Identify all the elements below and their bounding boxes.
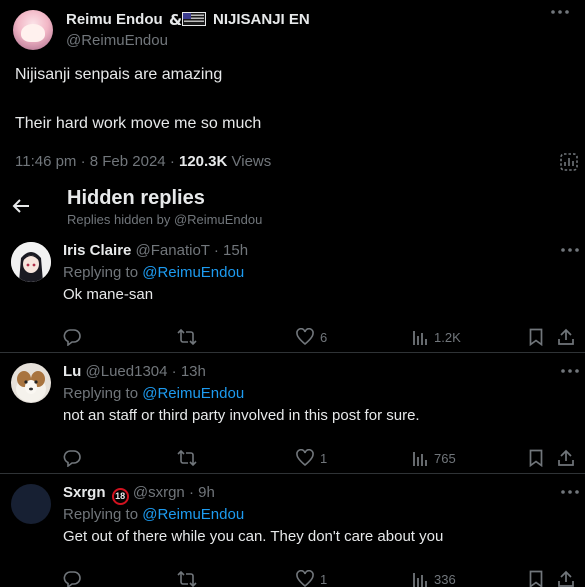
reply-author: Lu @Lued1304 · 13h [63,363,206,380]
age-restricted-badge: 18 [111,488,129,505]
more-icon[interactable] [560,367,580,375]
replying-to: Replying to @ReimuEndou [63,385,245,402]
like-icon [296,570,314,587]
replying-to-link[interactable]: @ReimuEndou [142,385,244,402]
view-count: 765 [434,450,456,466]
reply-time[interactable]: 15h [223,242,248,259]
views-icon [413,452,427,466]
replying-to-link[interactable]: @ReimuEndou [142,506,244,523]
back-arrow-icon[interactable] [11,197,31,215]
reply-icon [63,571,81,587]
reply-actions: 1 336 [0,570,585,587]
views-button[interactable]: 1.2K [412,328,461,346]
separator-dot: · [167,363,181,380]
bookmark-button[interactable] [529,570,543,587]
reply-author-name[interactable]: Iris Claire [63,242,131,259]
bookmark-button[interactable] [529,328,543,346]
reply-actions: 1 765 [0,449,585,471]
retweet-icon [177,449,197,467]
reply-time[interactable]: 9h [198,484,215,501]
tweet-timestamp[interactable]: 11:46 pm · 8 Feb 2024 · [15,153,179,170]
views-icon [413,331,427,345]
more-icon[interactable] [560,488,580,496]
tweet-text-line-2: Their hard work move me so much [15,115,262,132]
bookmark-button[interactable] [529,449,543,467]
share-button[interactable] [557,570,575,587]
svg-text:&: & [169,11,182,27]
share-button[interactable] [557,328,575,346]
reply-actions: 6 1.2K [0,328,585,350]
views-button[interactable]: 765 [412,449,456,467]
retweet-button[interactable] [177,328,203,346]
retweet-icon [177,328,197,346]
tweet-header: Reimu Endou & NIJISANJI EN @ReimuEndou [13,10,573,50]
share-icon [558,449,574,466]
tweet-meta: 11:46 pm · 8 Feb 2024 · 120.3K Views [15,153,271,170]
reply-button[interactable] [63,449,87,467]
separator-dot: · [209,242,224,259]
avatar[interactable] [11,484,51,524]
reply-button[interactable] [63,328,87,346]
avatar[interactable] [11,242,51,282]
like-count: 1 [320,571,328,587]
reply-icon [63,450,81,467]
reply-author: Sxrgn 18 @sxrgn · 9h [63,484,215,505]
page-title: Hidden replies [67,187,205,209]
avatar[interactable] [11,363,51,403]
reply-text: Get out of there while you can. They don… [63,528,444,545]
retweet-button[interactable] [177,570,203,587]
replying-to-link[interactable]: @ReimuEndou [142,264,244,281]
author-name[interactable]: Reimu Endou & NIJISANJI EN [66,11,310,28]
reply-author-handle[interactable]: @Lued1304 [86,363,168,380]
retweet-button[interactable] [177,449,203,467]
reply-button[interactable] [63,570,87,587]
like-button[interactable]: 1 [296,449,327,467]
like-button[interactable]: 6 [296,328,327,346]
replying-to: Replying to @ReimuEndou [63,506,245,523]
reply-item[interactable]: Sxrgn 18 @sxrgn · 9h Replying to @ReimuE… [0,474,585,587]
reply-text: Ok mane-san [63,286,154,303]
flag-emoji-icon: & [169,11,207,27]
author-handle[interactable]: @ReimuEndou [66,32,168,49]
like-count: 6 [320,329,328,345]
reply-author-name[interactable]: Sxrgn [63,484,106,501]
avatar[interactable] [13,10,53,50]
bookmark-icon [529,570,543,587]
like-icon [296,449,314,467]
share-icon [558,328,574,345]
replying-to: Replying to @ReimuEndou [63,264,245,281]
reply-author-name[interactable]: Lu [63,363,81,380]
reply-icon [63,329,81,346]
share-button[interactable] [557,449,575,467]
like-button[interactable]: 1 [296,570,327,587]
reply-author-handle[interactable]: @FanatioT [136,242,210,259]
views-count: 120.3K [178,153,228,170]
like-count: 1 [320,450,328,466]
separator-dot: · [184,484,199,501]
analytics-icon[interactable] [560,153,578,171]
views-icon [413,573,427,587]
bookmark-icon [529,449,543,467]
reply-text: not an staff or third party involved in … [63,407,420,424]
views-button[interactable]: 336 [412,570,456,587]
reply-item[interactable]: Lu @Lued1304 · 13h Replying to @ReimuEnd… [0,353,585,474]
like-icon [296,328,314,346]
more-icon[interactable] [560,246,580,254]
bookmark-icon [529,328,543,346]
more-icon[interactable] [550,8,570,16]
reply-author-handle[interactable]: @sxrgn [133,484,185,501]
share-icon [558,570,574,587]
page-subtitle: Replies hidden by @ReimuEndou [67,212,263,227]
reply-item[interactable]: Iris Claire @FanatioT · 15h Replying to … [0,232,585,353]
tweet-text-line-1: Nijisanji senpais are amazing [15,66,223,83]
views-label: Views [227,153,272,170]
view-count: 336 [434,571,456,587]
reply-author: Iris Claire @FanatioT · 15h [63,242,248,259]
view-count: 1.2K [434,329,461,345]
retweet-icon [177,570,197,587]
reply-time[interactable]: 13h [181,363,206,380]
